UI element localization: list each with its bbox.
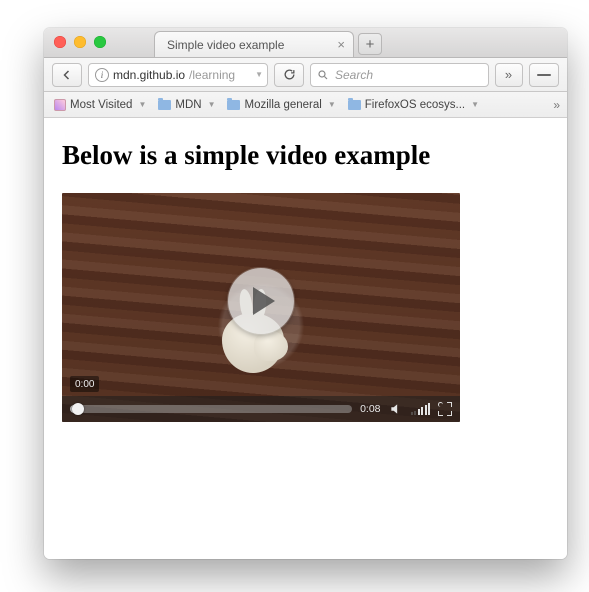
chevron-down-icon: ▼	[328, 100, 336, 109]
browser-tab[interactable]: Simple video example ×	[154, 31, 354, 57]
bookmark-label: Mozilla general	[244, 99, 321, 111]
bookmark-mozilla-general[interactable]: Mozilla general ▼	[223, 97, 339, 113]
menu-button[interactable]	[529, 63, 559, 87]
address-bar[interactable]: i mdn.github.io/learning ▼	[88, 63, 268, 87]
mute-button[interactable]	[389, 402, 403, 416]
play-icon	[253, 287, 275, 315]
current-time: 0:00	[75, 379, 94, 390]
folder-icon	[227, 100, 240, 110]
page-content: Below is a simple video example 0:00 0:0…	[44, 118, 567, 559]
titlebar: Simple video example × +	[44, 28, 567, 58]
seek-bar[interactable]	[70, 405, 352, 413]
folder-icon	[348, 100, 361, 110]
bookmark-firefoxos-ecosys[interactable]: FirefoxOS ecosys... ▼	[344, 97, 483, 113]
bookmark-label: MDN	[175, 99, 201, 111]
current-time-badge: 0:00	[70, 376, 99, 392]
video-player[interactable]: 0:00 0:08	[62, 193, 460, 422]
chevron-down-icon: ▼	[471, 100, 479, 109]
video-controls: 0:08	[62, 396, 460, 422]
new-tab-button[interactable]: +	[358, 33, 382, 55]
close-window-button[interactable]	[54, 36, 66, 48]
bookmark-label: Most Visited	[70, 99, 132, 111]
chevron-down-icon: ▼	[138, 100, 146, 109]
close-tab-icon[interactable]: ×	[337, 38, 345, 51]
tab-title: Simple video example	[167, 38, 327, 52]
bookmarks-bar: Most Visited ▼ MDN ▼ Mozilla general ▼ F…	[44, 92, 567, 118]
folder-icon	[158, 100, 171, 110]
back-button[interactable]	[52, 63, 82, 87]
bookmark-label: FirefoxOS ecosys...	[365, 99, 465, 111]
zoom-window-button[interactable]	[94, 36, 106, 48]
toolbar: i mdn.github.io/learning ▼ Search »	[44, 58, 567, 92]
volume-slider[interactable]	[411, 403, 431, 415]
seek-thumb[interactable]	[72, 403, 84, 415]
play-button[interactable]	[228, 268, 294, 334]
chevron-down-icon: ▼	[208, 100, 216, 109]
duration-label: 0:08	[360, 403, 380, 415]
search-placeholder: Search	[335, 68, 373, 82]
url-dropdown-icon[interactable]: ▼	[255, 70, 263, 79]
reload-button[interactable]	[274, 63, 304, 87]
search-field[interactable]: Search	[310, 63, 489, 87]
most-visited-icon	[54, 99, 66, 111]
site-info-icon[interactable]: i	[95, 68, 109, 82]
url-host: mdn.github.io	[113, 68, 185, 82]
traffic-lights	[54, 36, 106, 48]
minimize-window-button[interactable]	[74, 36, 86, 48]
browser-window: Simple video example × + i mdn.github.io…	[44, 28, 567, 559]
toolbar-overflow-button[interactable]: »	[495, 63, 523, 87]
bookmarks-overflow-button[interactable]: »	[553, 98, 561, 112]
url-path: /learning	[189, 68, 235, 82]
fullscreen-button[interactable]	[438, 402, 452, 416]
bookmark-most-visited[interactable]: Most Visited ▼	[50, 97, 150, 113]
bookmark-mdn[interactable]: MDN ▼	[154, 97, 219, 113]
page-heading: Below is a simple video example	[62, 140, 549, 171]
